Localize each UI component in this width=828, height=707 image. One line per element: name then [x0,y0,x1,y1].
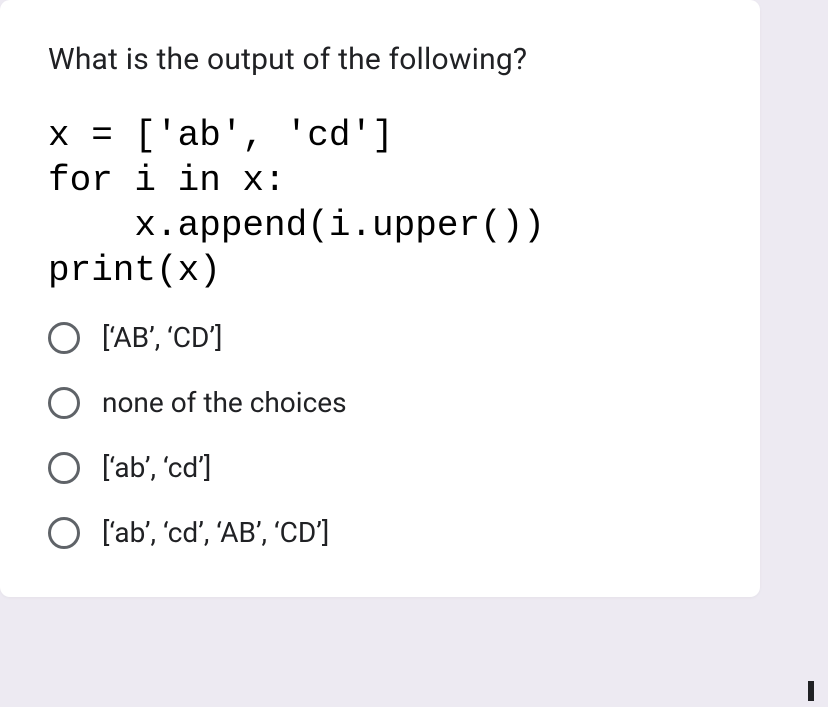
radio-icon [48,517,80,549]
question-title: What is the output of the following? [48,42,712,77]
option-radio-3[interactable]: [‘ab’, ‘cd’] [48,451,712,484]
code-line: print(x) [48,250,221,291]
option-radio-1[interactable]: [‘AB’, ‘CD’] [48,321,712,354]
option-label: none of the choices [102,386,347,419]
option-label: [‘ab’, ‘cd’] [102,451,211,484]
option-label: [‘ab’, ‘cd’, ‘AB’, ‘CD’] [102,516,329,549]
option-radio-2[interactable]: none of the choices [48,386,712,419]
text-cursor-icon [808,681,814,701]
code-line: for i in x: [48,160,286,201]
question-card: What is the output of the following? x =… [0,0,760,597]
radio-icon [48,322,80,354]
radio-icon [48,452,80,484]
option-label: [‘AB’, ‘CD’] [102,321,222,354]
options-group: [‘AB’, ‘CD’] none of the choices [‘ab’, … [48,321,712,549]
code-block: x = ['ab', 'cd'] for i in x: x.append(i.… [48,113,712,293]
code-line: x = ['ab', 'cd'] [48,115,394,156]
code-line: x.append(i.upper()) [48,205,545,246]
radio-icon [48,387,80,419]
option-radio-4[interactable]: [‘ab’, ‘cd’, ‘AB’, ‘CD’] [48,516,712,549]
